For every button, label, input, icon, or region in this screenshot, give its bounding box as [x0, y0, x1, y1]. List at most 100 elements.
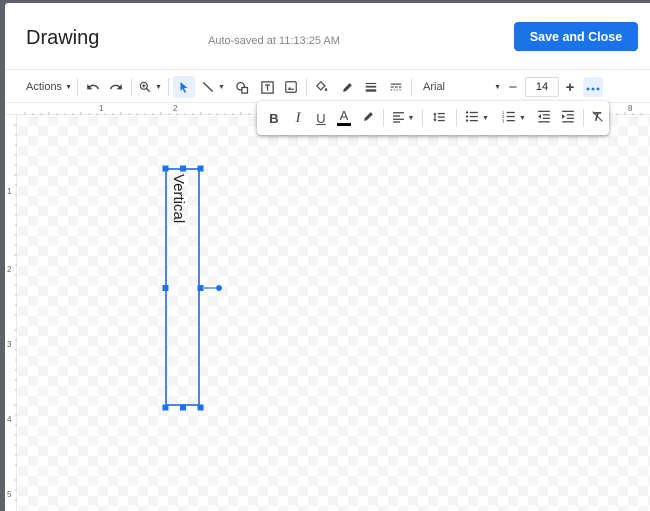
text-box-button[interactable]: [256, 76, 278, 98]
cursor-arrow-icon: [178, 80, 190, 94]
zoom-menu[interactable]: ▼: [136, 76, 164, 98]
dialog-title: Drawing: [26, 27, 100, 49]
ruler-number: 1: [7, 187, 12, 196]
toolbar-divider: [383, 109, 384, 127]
ruler-number: 5: [7, 490, 12, 499]
underline-icon: U: [316, 110, 326, 126]
shape-tool-button[interactable]: [231, 76, 253, 98]
font-family-value: Arial: [423, 81, 446, 93]
chevron-down-icon: ▼: [155, 83, 162, 91]
text-color-swatch: [337, 123, 351, 126]
ruler-number: 1: [99, 104, 104, 113]
redo-icon: [109, 80, 123, 94]
shape-icon: [235, 80, 250, 95]
ruler-number: 4: [7, 415, 12, 424]
highlight-button[interactable]: [357, 107, 379, 129]
undo-icon: [86, 80, 100, 94]
actions-menu[interactable]: Actions ▼: [25, 76, 73, 98]
resize-handle[interactable]: [180, 404, 186, 411]
line-weight-icon: [364, 80, 378, 94]
underline-button[interactable]: U: [310, 107, 332, 129]
decrease-indent-button[interactable]: [533, 107, 555, 129]
rotate-handle[interactable]: [216, 285, 222, 291]
bulleted-list-menu[interactable]: ▼: [461, 107, 493, 129]
align-left-icon: [392, 111, 405, 126]
fill-color-button[interactable]: [311, 76, 333, 98]
text-color-icon: A: [339, 108, 349, 123]
chevron-down-icon: ▼: [482, 114, 489, 122]
font-size-input[interactable]: 14: [525, 77, 559, 97]
toolbar-divider: [456, 109, 457, 127]
border-weight-button[interactable]: [360, 76, 382, 98]
resize-handle[interactable]: [197, 285, 204, 291]
line-dash-icon: [389, 80, 403, 94]
resize-handle[interactable]: [197, 404, 204, 411]
chevron-down-icon: ▼: [65, 83, 72, 91]
resize-handle[interactable]: [162, 165, 169, 172]
increase-indent-icon: [561, 110, 575, 126]
bold-button[interactable]: B: [263, 107, 285, 129]
font-family-select[interactable]: Arial ▼: [423, 76, 501, 98]
toolbar-divider: [77, 78, 78, 96]
numbered-list-menu[interactable]: 123 ▼: [498, 107, 530, 129]
resize-handle[interactable]: [162, 404, 169, 411]
save-and-close-button[interactable]: Save and Close: [514, 22, 638, 51]
plus-icon: +: [565, 78, 575, 96]
text-color-button[interactable]: A: [333, 107, 355, 129]
decrease-font-size-button[interactable]: −: [503, 76, 523, 98]
selection-handles: [162, 165, 222, 411]
text-box-icon: [260, 80, 275, 95]
drawing-dialog: Drawing Auto-saved at 11:13:25 AM Save a…: [5, 3, 650, 511]
image-button[interactable]: [280, 76, 302, 98]
line-spacing-button[interactable]: [427, 107, 451, 129]
line-spacing-icon: [432, 110, 446, 127]
minus-icon: −: [508, 78, 518, 96]
autosave-status: Auto-saved at 11:13:25 AM: [208, 35, 340, 47]
undo-button[interactable]: [82, 76, 104, 98]
clear-formatting-icon: [591, 110, 604, 126]
select-tool-button[interactable]: [173, 76, 195, 98]
more-horizontal-icon: [586, 78, 600, 96]
resize-handle[interactable]: [197, 165, 204, 172]
ruler-number: 8: [628, 104, 633, 113]
clear-formatting-button[interactable]: [587, 107, 607, 129]
vertical-ruler: 1 2 3 4 5: [5, 115, 17, 511]
line-tool-button[interactable]: ▼: [197, 76, 229, 98]
zoom-icon: [138, 80, 152, 94]
pencil-icon: [341, 81, 354, 94]
chevron-down-icon: ▼: [407, 114, 415, 122]
bold-icon: B: [269, 110, 279, 126]
actions-label: Actions: [25, 81, 63, 93]
drawing-canvas[interactable]: Vertical: [18, 116, 650, 511]
paint-bucket-icon: [315, 80, 329, 94]
border-color-button[interactable]: [336, 76, 358, 98]
border-dash-button[interactable]: [385, 76, 407, 98]
chevron-down-icon: ▼: [494, 83, 501, 91]
chevron-down-icon: ▼: [218, 83, 225, 91]
italic-button[interactable]: I: [287, 107, 309, 129]
increase-font-size-button[interactable]: +: [560, 76, 580, 98]
dialog-header: Drawing Auto-saved at 11:13:25 AM Save a…: [5, 3, 650, 69]
toolbar-divider: [422, 109, 423, 127]
redo-button[interactable]: [105, 76, 127, 98]
decrease-indent-icon: [537, 110, 551, 126]
main-toolbar: Actions ▼ ▼ ▼ Arial ▼ − 14 +: [5, 69, 650, 103]
toolbar-divider: [583, 109, 584, 127]
italic-icon: I: [295, 109, 301, 126]
toolbar-divider: [411, 78, 412, 96]
resize-handle[interactable]: [162, 285, 169, 291]
ruler-number: 3: [7, 340, 12, 349]
chevron-down-icon: ▼: [519, 114, 526, 122]
bulleted-list-icon: [465, 110, 479, 126]
svg-text:3: 3: [502, 118, 505, 123]
toolbar-divider: [131, 78, 132, 96]
resize-handle[interactable]: [180, 165, 186, 172]
toolbar-divider: [306, 78, 307, 96]
align-menu[interactable]: ▼: [388, 107, 418, 129]
line-icon: [201, 80, 215, 94]
increase-indent-button[interactable]: [557, 107, 579, 129]
ruler-number: 2: [173, 104, 178, 113]
more-options-button[interactable]: [583, 77, 603, 97]
ruler-number: 2: [7, 265, 12, 274]
toolbar-divider: [168, 78, 169, 96]
